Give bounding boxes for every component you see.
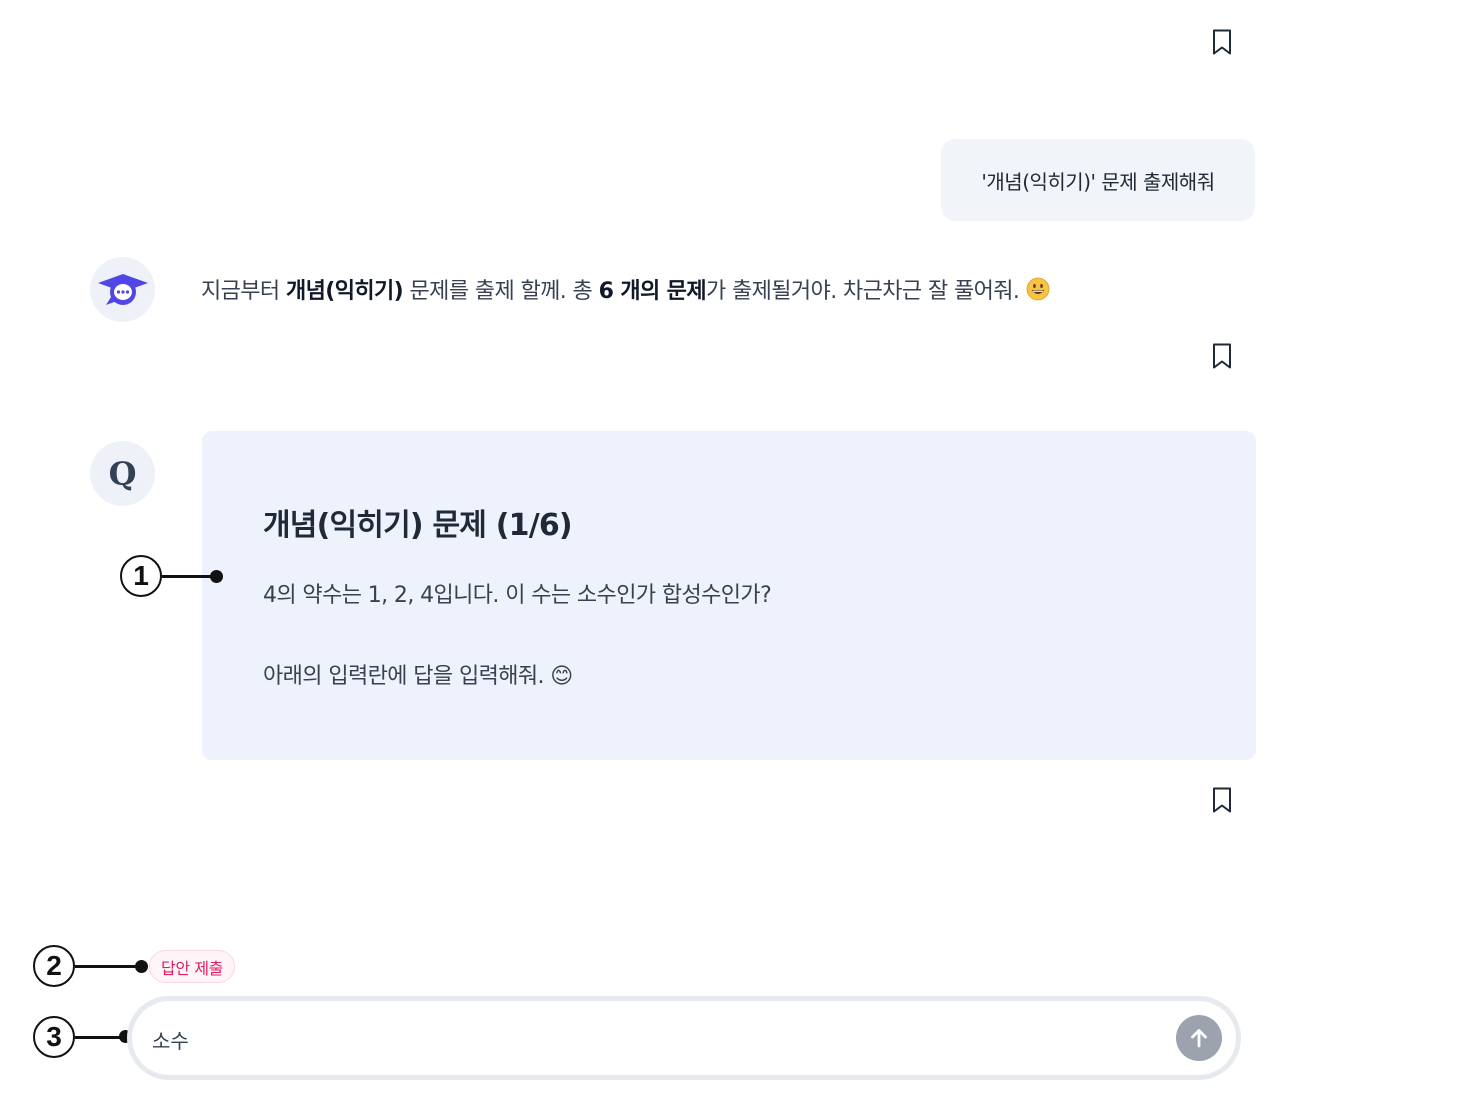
user-message-text: '개념(익히기)' 문제 출제해줘 — [981, 169, 1215, 194]
bot-message-text-1: 지금부터 — [201, 279, 286, 304]
graduation-chat-icon — [97, 273, 148, 305]
bot-message-text-3: 가 출제될거야. 차근차근 잘 풀어줘. — [705, 279, 1026, 304]
bot-avatar — [90, 257, 155, 322]
answer-input[interactable] — [150, 1013, 1154, 1065]
bot-message-bold-1: 개념(익히기) — [285, 279, 404, 304]
bot-message: 지금부터 개념(익히기) 문제를 출제 할께. 총 6 개의 문제가 출제될거야… — [201, 273, 1221, 305]
callout-number: 2 — [33, 945, 75, 987]
callout-number: 1 — [120, 555, 162, 597]
question-instruction: 아래의 입력란에 답을 입력해줘. 😊 — [263, 664, 573, 689]
question-avatar: Q — [90, 441, 155, 506]
callout-line — [75, 965, 141, 968]
bot-message-bold-2: 6 개의 문제 — [598, 279, 707, 304]
send-button[interactable] — [1176, 1015, 1222, 1061]
bookmark-icon[interactable] — [1209, 341, 1235, 371]
user-message-bubble: '개념(익히기)' 문제 출제해줘 — [941, 139, 1255, 221]
question-body: 4의 약수는 1, 2, 4입니다. 이 수는 소수인가 합성수인가? — [263, 583, 772, 608]
question-title: 개념(익히기) 문제 (1/6) — [263, 508, 573, 543]
answer-input-box — [132, 1001, 1236, 1075]
callout-line — [75, 1036, 125, 1039]
bookmark-icon[interactable] — [1209, 27, 1235, 57]
question-avatar-letter: Q — [108, 454, 137, 493]
callout-dot — [210, 570, 223, 583]
bookmark-icon[interactable] — [1209, 785, 1235, 815]
callout-line — [162, 575, 216, 578]
grinning-emoji-icon — [1026, 277, 1050, 301]
submit-answer-chip[interactable]: 답안 제출 — [149, 950, 235, 983]
callout-dot — [135, 960, 148, 973]
arrow-up-icon — [1191, 1029, 1207, 1048]
callout-number: 3 — [33, 1016, 75, 1058]
answer-input-container — [127, 996, 1241, 1080]
bot-message-text-2: 문제를 출제 할께. 총 — [403, 279, 599, 304]
question-card: 개념(익히기) 문제 (1/6) 4의 약수는 1, 2, 4입니다. 이 수는… — [202, 431, 1256, 760]
